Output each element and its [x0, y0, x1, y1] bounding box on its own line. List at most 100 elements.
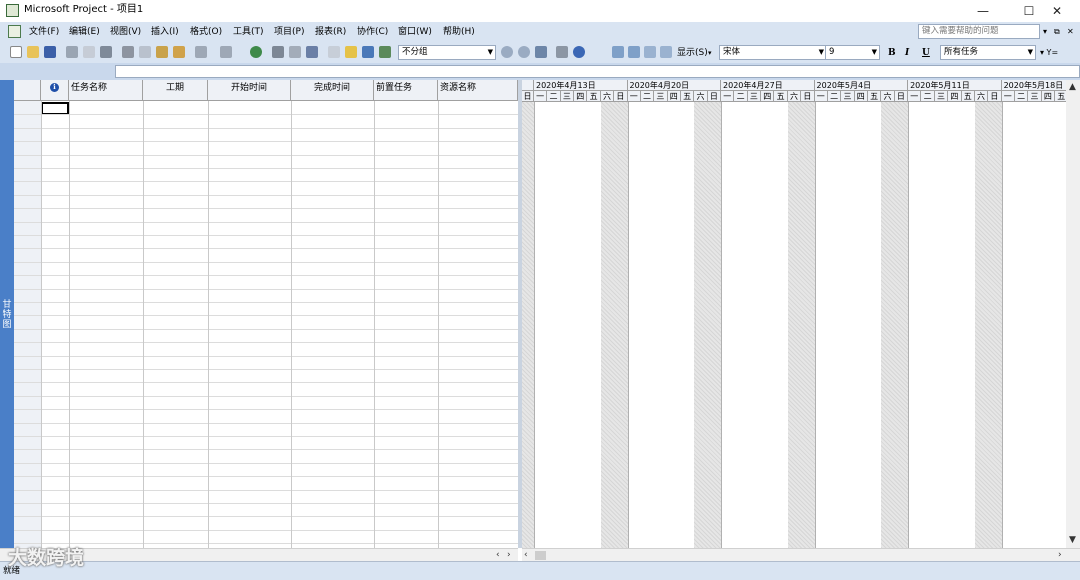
- timescale-day[interactable]: 一: [1001, 91, 1015, 102]
- group-by-select[interactable]: 不分组 ▼: [398, 45, 496, 60]
- timescale-day[interactable]: 二: [547, 91, 561, 102]
- timescale-day[interactable]: 一: [534, 91, 548, 102]
- timescale-day[interactable]: 日: [614, 91, 628, 102]
- assign-resources-icon[interactable]: [362, 46, 374, 58]
- gantt-horizontal-scrollbar[interactable]: ‹ ›: [522, 548, 1080, 562]
- minimize-button[interactable]: —: [960, 0, 1006, 22]
- filter-select[interactable]: 所有任务 ▼: [940, 45, 1036, 60]
- font-size-select[interactable]: 9 ▼: [825, 45, 880, 60]
- menu-help[interactable]: 帮助(H): [443, 26, 475, 38]
- underline-button[interactable]: U: [922, 47, 930, 59]
- scroll-down-icon[interactable]: ▼: [1069, 534, 1076, 546]
- hyperlink-globe-icon[interactable]: [250, 46, 262, 58]
- help-question-input[interactable]: 键入需要帮助的问题: [918, 24, 1040, 39]
- menu-insert[interactable]: 插入(I): [151, 26, 179, 38]
- timescale-week[interactable]: [522, 80, 534, 91]
- timescale-day[interactable]: 六: [881, 91, 895, 102]
- show-menu-button[interactable]: 显示(S): [677, 47, 708, 59]
- zoom-in-icon[interactable]: [501, 46, 513, 58]
- close-button[interactable]: ✕: [1034, 0, 1080, 22]
- scroll-up-icon[interactable]: ▲: [1069, 81, 1076, 93]
- timescale-week[interactable]: 2020年4月27日: [721, 80, 815, 91]
- timescale-day[interactable]: 五: [961, 91, 975, 102]
- timescale-day[interactable]: 日: [522, 91, 534, 102]
- timescale-day[interactable]: 五: [680, 91, 695, 102]
- timescale-day[interactable]: 三: [841, 91, 855, 102]
- column-finish[interactable]: 完成时间: [291, 80, 374, 101]
- menu-collaborate[interactable]: 协作(C): [357, 26, 388, 38]
- select-all-corner[interactable]: [14, 80, 41, 101]
- new-file-icon[interactable]: [10, 46, 22, 58]
- column-indicators[interactable]: ℹ: [41, 80, 69, 101]
- timescale-day[interactable]: 二: [827, 91, 842, 102]
- copy-picture-icon[interactable]: [556, 46, 568, 58]
- timescale-week[interactable]: 2020年5月18日: [1001, 80, 1066, 91]
- scroll-left-icon[interactable]: ‹: [524, 549, 528, 561]
- timescale-day[interactable]: 二: [640, 91, 655, 102]
- redo-icon[interactable]: [220, 46, 232, 58]
- scroll-right-icon[interactable]: ›: [1058, 549, 1062, 561]
- timescale-day[interactable]: 三: [934, 91, 949, 102]
- timescale-week[interactable]: 2020年5月11日: [908, 80, 1002, 91]
- timescale-day[interactable]: 六: [694, 91, 708, 102]
- indent-icon[interactable]: [612, 46, 624, 58]
- menu-view[interactable]: 视图(V): [110, 26, 141, 38]
- italic-button[interactable]: I: [905, 47, 909, 59]
- timescale-day[interactable]: 五: [587, 91, 601, 102]
- project-app-icon[interactable]: [6, 4, 19, 17]
- font-select[interactable]: 宋体 ▼: [719, 45, 827, 60]
- timescale-day[interactable]: 五: [1055, 91, 1066, 102]
- menu-project[interactable]: 项目(P): [274, 26, 304, 38]
- print-icon[interactable]: [66, 46, 78, 58]
- timescale-day[interactable]: 一: [814, 91, 828, 102]
- document-icon[interactable]: [8, 25, 21, 38]
- menu-edit[interactable]: 编辑(E): [69, 26, 100, 38]
- open-folder-icon[interactable]: [27, 46, 39, 58]
- publish-icon[interactable]: [379, 46, 391, 58]
- timescale-day[interactable]: 四: [574, 91, 588, 102]
- menu-report[interactable]: 报表(R): [315, 26, 346, 38]
- split-task-icon[interactable]: [306, 46, 318, 58]
- go-to-task-icon[interactable]: [535, 46, 547, 58]
- timescale-day[interactable]: 四: [667, 91, 681, 102]
- column-duration[interactable]: 工期: [143, 80, 208, 101]
- undo-icon[interactable]: [195, 46, 207, 58]
- timescale-day[interactable]: 二: [921, 91, 935, 102]
- cut-icon[interactable]: [122, 46, 134, 58]
- timescale-day[interactable]: 日: [988, 91, 1002, 102]
- bold-button[interactable]: B: [888, 47, 896, 59]
- column-task-name[interactable]: 任务名称: [69, 80, 143, 101]
- timescale-day[interactable]: 二: [734, 91, 748, 102]
- view-label-gantt[interactable]: 甘特图: [2, 300, 12, 330]
- timescale-day[interactable]: 三: [560, 91, 575, 102]
- task-notes-icon[interactable]: [345, 46, 357, 58]
- menu-file[interactable]: 文件(F): [29, 26, 59, 38]
- timescale-day[interactable]: 日: [707, 91, 722, 102]
- timescale-week[interactable]: 2020年4月20日: [627, 80, 722, 91]
- task-info-icon[interactable]: [328, 46, 340, 58]
- scroll-left-icon[interactable]: ‹: [496, 549, 500, 561]
- hide-subtasks-icon[interactable]: [660, 46, 672, 58]
- column-start[interactable]: 开始时间: [208, 80, 291, 101]
- timescale-day[interactable]: 一: [908, 91, 922, 102]
- timescale-day[interactable]: 五: [868, 91, 882, 102]
- timescale-day[interactable]: 六: [974, 91, 989, 102]
- timescale-day[interactable]: 日: [894, 91, 909, 102]
- show-subtasks-icon[interactable]: [644, 46, 656, 58]
- show-dropdown-icon[interactable]: ▾: [708, 47, 712, 59]
- timescale-day[interactable]: 三: [1028, 91, 1042, 102]
- timescale-day[interactable]: 四: [854, 91, 868, 102]
- timescale-day[interactable]: 二: [1014, 91, 1029, 102]
- entry-field[interactable]: [115, 65, 1080, 78]
- menu-window[interactable]: 窗口(W): [398, 26, 432, 38]
- timescale-day[interactable]: 日: [801, 91, 815, 102]
- copy-icon[interactable]: [139, 46, 151, 58]
- menu-format[interactable]: 格式(O): [190, 26, 222, 38]
- spelling-icon[interactable]: [100, 46, 112, 58]
- save-icon[interactable]: [44, 46, 56, 58]
- zoom-out-icon[interactable]: [518, 46, 530, 58]
- doc-restore-icon[interactable]: ⧉: [1054, 26, 1060, 38]
- autofilter-button[interactable]: ▾ Y=: [1040, 47, 1058, 59]
- paste-icon[interactable]: [156, 46, 168, 58]
- outdent-icon[interactable]: [628, 46, 640, 58]
